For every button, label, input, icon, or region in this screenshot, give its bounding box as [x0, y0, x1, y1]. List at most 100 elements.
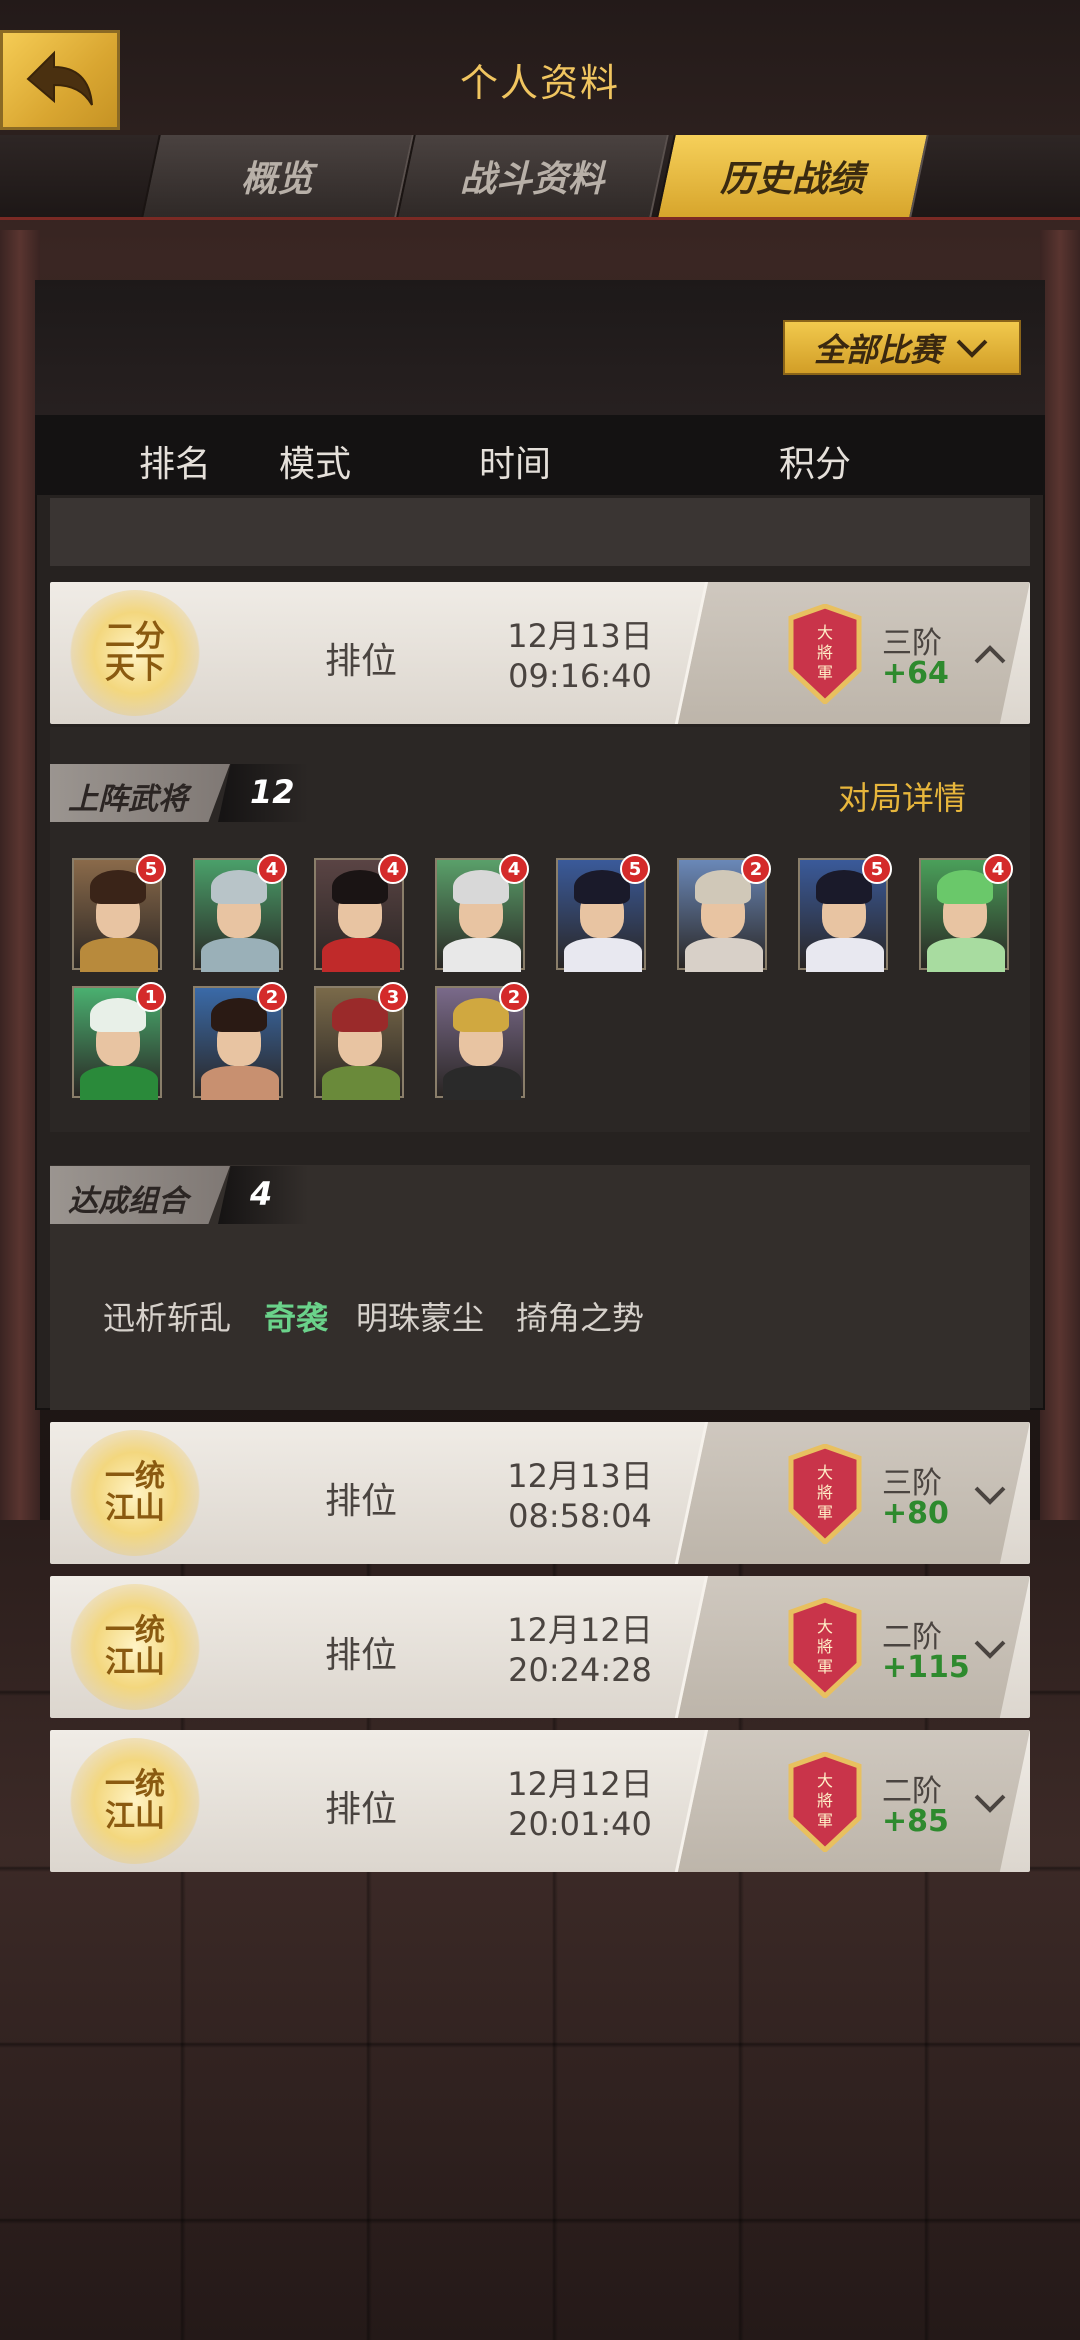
chevron-down-icon[interactable] — [970, 1628, 1010, 1668]
hero-portrait[interactable]: 2 — [193, 982, 287, 1100]
match-score: +64 — [882, 656, 949, 691]
hero-body — [443, 938, 521, 972]
svg-text:將: 將 — [817, 1791, 833, 1810]
column-rank: 排名 — [138, 444, 211, 485]
tab-history[interactable]: 历史战绩 — [656, 135, 929, 217]
hero-portrait[interactable]: 3 — [314, 982, 408, 1100]
hero-portrait[interactable]: 4 — [193, 854, 287, 972]
hero-level-badge: 2 — [499, 982, 529, 1012]
match-row[interactable]: 一统江山 排位 12月13日 08:58:04 大 將 軍 三阶 +80 — [50, 1422, 1030, 1564]
background-pillar-left — [0, 230, 40, 1530]
emblem-text: 二分天下 — [105, 619, 165, 686]
rank-emblem: 一统江山 — [70, 1430, 200, 1556]
svg-text:軍: 軍 — [817, 1657, 833, 1676]
match-detail-link[interactable]: 对局详情 — [838, 773, 966, 819]
list-top-strip — [50, 498, 1030, 566]
hero-body — [322, 1066, 400, 1100]
hero-portrait[interactable]: 2 — [435, 982, 529, 1100]
svg-text:軍: 軍 — [817, 1811, 833, 1830]
heroes-label: 上阵武将 — [68, 782, 188, 817]
match-date: 12月12日 — [507, 1611, 653, 1649]
match-date: 12月12日 — [507, 1765, 653, 1803]
svg-text:大: 大 — [817, 623, 833, 642]
background-pillar-right — [1040, 230, 1080, 1530]
general-rank-badge-icon: 大 將 軍 — [788, 1752, 862, 1852]
hero-level-badge: 1 — [136, 982, 166, 1012]
hero-level-badge: 5 — [620, 854, 650, 884]
hero-body — [201, 938, 279, 972]
hero-portrait[interactable]: 2 — [677, 854, 771, 972]
match-score: +80 — [882, 1496, 949, 1531]
hero-portrait[interactable]: 5 — [72, 854, 166, 972]
svg-text:軍: 軍 — [817, 1503, 833, 1522]
match-datetime: 12月13日 08:58:04 — [480, 1456, 680, 1536]
tab-bar: 概览 战斗资料 历史战绩 — [0, 135, 1080, 220]
match-datetime: 12月13日 09:16:40 — [480, 616, 680, 696]
tab-label: 概览 — [241, 159, 314, 200]
svg-text:軍: 軍 — [817, 663, 833, 682]
page-title: 个人资料 — [459, 61, 620, 105]
column-time: 时间 — [478, 444, 551, 485]
match-time: 09:16:40 — [508, 657, 652, 695]
combo-item: 奇袭 — [264, 1299, 329, 1337]
combos-count: 4 — [250, 1175, 273, 1213]
hero-level-badge: 2 — [257, 982, 287, 1012]
hero-portrait[interactable]: 4 — [919, 854, 1013, 972]
match-row[interactable]: 二分天下 排位 12月13日 09:16:40 大 將 軍 三阶 +64 — [50, 582, 1030, 724]
chevron-down-icon[interactable] — [970, 1782, 1010, 1822]
svg-text:將: 將 — [817, 643, 833, 662]
chevron-up-icon[interactable] — [970, 634, 1010, 674]
svg-text:大: 大 — [817, 1463, 833, 1482]
svg-text:將: 將 — [817, 1637, 833, 1656]
hero-level-badge: 4 — [499, 854, 529, 884]
hero-portrait[interactable]: 5 — [798, 854, 892, 972]
hero-body — [322, 938, 400, 972]
column-score: 积分 — [778, 444, 851, 485]
hero-portrait[interactable]: 5 — [556, 854, 650, 972]
tab-overview[interactable]: 概览 — [141, 135, 414, 217]
match-row[interactable]: 一统江山 排位 12月12日 20:01:40 大 將 軍 二阶 +85 — [50, 1730, 1030, 1872]
filter-label: 全部比赛 — [813, 330, 942, 369]
svg-text:大: 大 — [817, 1617, 833, 1636]
column-header: 排名 模式 时间 积分 — [35, 415, 1045, 495]
match-filter-dropdown[interactable]: 全部比赛 — [783, 320, 1021, 375]
heroes-section-tag: 上阵武将 12 — [50, 764, 308, 822]
match-row[interactable]: 一统江山 排位 12月12日 20:24:28 大 將 軍 二阶 +115 — [50, 1576, 1030, 1718]
hero-level-badge: 2 — [741, 854, 771, 884]
match-mode: 排位 — [325, 1635, 398, 1676]
hero-level-badge: 5 — [862, 854, 892, 884]
hero-portrait[interactable]: 4 — [435, 854, 529, 972]
heroes-count: 12 — [250, 773, 295, 811]
match-score: +115 — [882, 1650, 970, 1685]
hero-level-badge: 4 — [983, 854, 1013, 884]
hero-body — [927, 938, 1005, 972]
tab-battle-data[interactable]: 战斗资料 — [396, 135, 669, 217]
rank-emblem: 一统江山 — [70, 1584, 200, 1710]
match-score: +85 — [882, 1804, 949, 1839]
hero-body — [80, 1066, 158, 1100]
emblem-text: 一统江山 — [105, 1613, 165, 1680]
chevron-down-icon[interactable] — [970, 1474, 1010, 1514]
tab-label: 战斗资料 — [460, 159, 605, 200]
match-time: 20:01:40 — [508, 1805, 652, 1843]
match-time: 20:24:28 — [508, 1651, 652, 1689]
hero-body — [201, 1066, 279, 1100]
combo-item: 明珠蒙尘 — [356, 1299, 485, 1337]
tab-label: 历史战绩 — [720, 159, 865, 200]
hero-level-badge: 5 — [136, 854, 166, 884]
combos-section-tag: 达成组合 4 — [50, 1166, 308, 1224]
combo-item: 掎角之势 — [516, 1299, 645, 1337]
rank-emblem: 二分天下 — [70, 590, 200, 716]
hero-body — [685, 938, 763, 972]
hero-body — [80, 938, 158, 972]
emblem-text: 一统江山 — [105, 1459, 165, 1526]
hero-level-badge: 4 — [257, 854, 287, 884]
combo-item: 迅析斩乱 — [103, 1299, 232, 1337]
chevron-down-icon — [956, 339, 988, 358]
hero-portrait[interactable]: 4 — [314, 854, 408, 972]
match-date: 12月13日 — [507, 1457, 653, 1495]
svg-text:將: 將 — [817, 1483, 833, 1502]
hero-level-badge: 4 — [378, 854, 408, 884]
match-mode: 排位 — [325, 641, 398, 682]
hero-portrait[interactable]: 1 — [72, 982, 166, 1100]
